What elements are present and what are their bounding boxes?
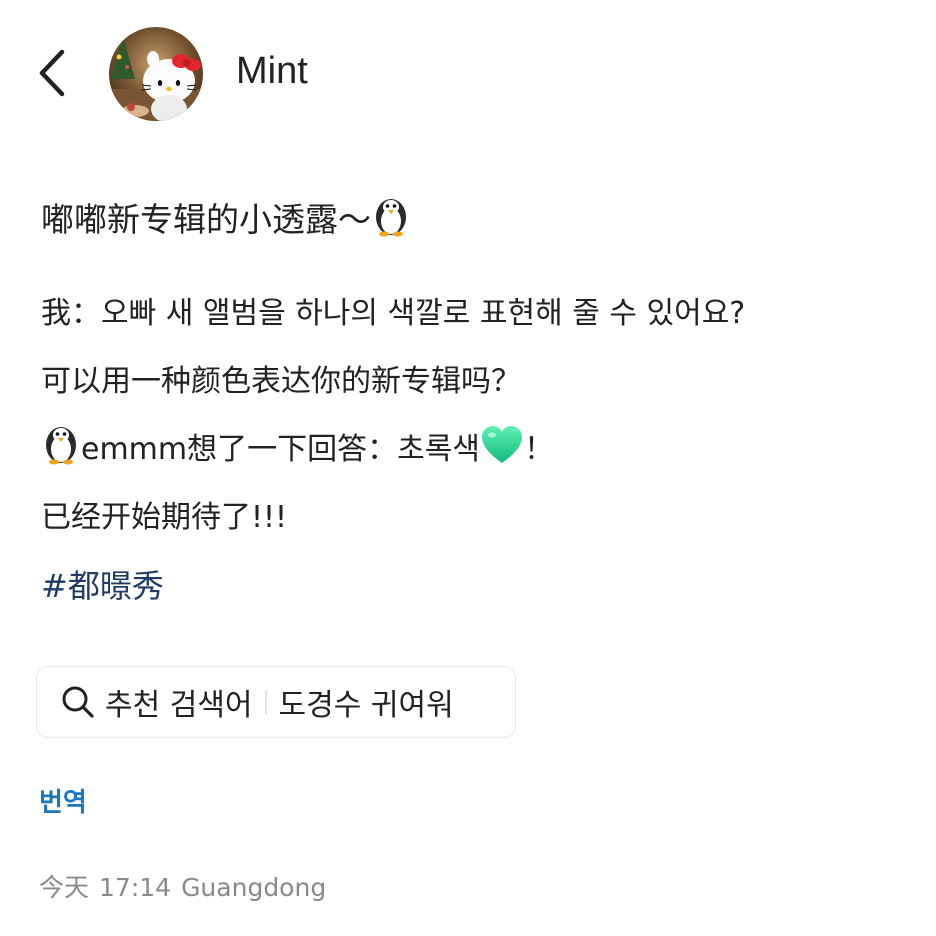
penguin-emoji — [371, 193, 411, 256]
post-meta: 今天 17:14 Guangdong — [39, 868, 326, 904]
search-suggestion-chip[interactable]: 추천 검색어 도경수 귀여워 — [36, 666, 516, 738]
post-line-1: 我：오빠 새 앨범을 하나의 색깔로 표현해 줄 수 있어요? — [41, 296, 746, 331]
green-heart-emoji — [480, 422, 524, 490]
post-line-3: emmm想了一下回答：초록색 ！ — [41, 416, 901, 484]
hashtag-link[interactable]: #都暻秀 — [41, 552, 901, 620]
avatar-image — [109, 27, 203, 121]
avatar[interactable] — [109, 27, 203, 121]
post-content: 我：오빠 새 앨범을 하나의 색깔로 표현해 줄 수 있어요? 可以用一种颜色表… — [41, 280, 901, 620]
post-time: 17:14 — [99, 873, 172, 902]
search-icon — [62, 686, 94, 718]
post-line-3-end: ！ — [523, 432, 554, 467]
post-line-3-text: emmm想了一下回答：초록색 — [81, 432, 480, 467]
author-name[interactable]: Mint — [236, 49, 308, 93]
post-title-text: 嘟嘟新专辑的小透露～ — [41, 200, 371, 239]
post-location: Guangdong — [181, 873, 327, 902]
back-button[interactable] — [34, 48, 74, 98]
post-title: 嘟嘟新专辑的小透露～ — [41, 190, 901, 250]
post-header: Mint — [0, 22, 936, 122]
post-line-4: 已经开始期待了!!! — [41, 500, 288, 535]
penguin-emoji — [41, 421, 81, 490]
divider — [264, 690, 267, 714]
post-date: 今天 — [39, 873, 90, 902]
search-suggestion-term[interactable]: 도경수 귀여워 — [279, 680, 454, 724]
post-line-2: 可以用一种颜色表达你的新专辑吗？ — [41, 364, 521, 399]
translate-link[interactable]: 번역 — [39, 782, 87, 819]
chevron-left-icon — [39, 49, 65, 97]
search-suggestion-label: 추천 검색어 — [105, 688, 253, 723]
post-body: 嘟嘟新专辑的小透露～ 我：오빠 새 앨범을 하나의 색깔로 표현해 줄 수 있어… — [41, 190, 901, 620]
